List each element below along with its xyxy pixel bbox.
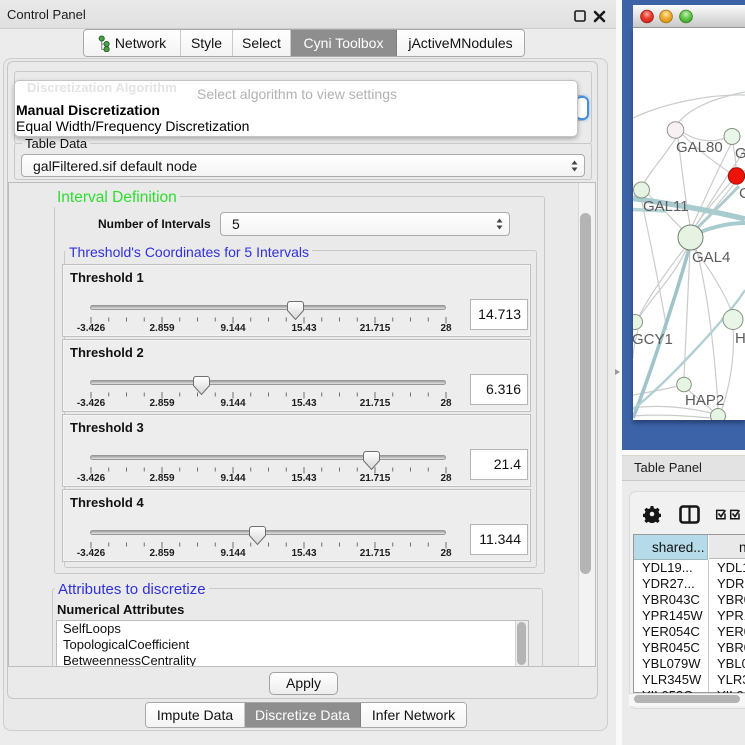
svg-text:GAL11: GAL11	[643, 198, 689, 215]
svg-text:HAP2: HAP2	[685, 392, 724, 409]
svg-text:GAL80: GAL80	[676, 139, 723, 156]
svg-text:GA: GA	[735, 145, 745, 162]
svg-text:H: H	[735, 330, 745, 347]
svg-text:C: C	[739, 185, 745, 202]
svg-text:GCY1: GCY1	[633, 331, 673, 348]
svg-text:GAL4: GAL4	[692, 249, 730, 266]
